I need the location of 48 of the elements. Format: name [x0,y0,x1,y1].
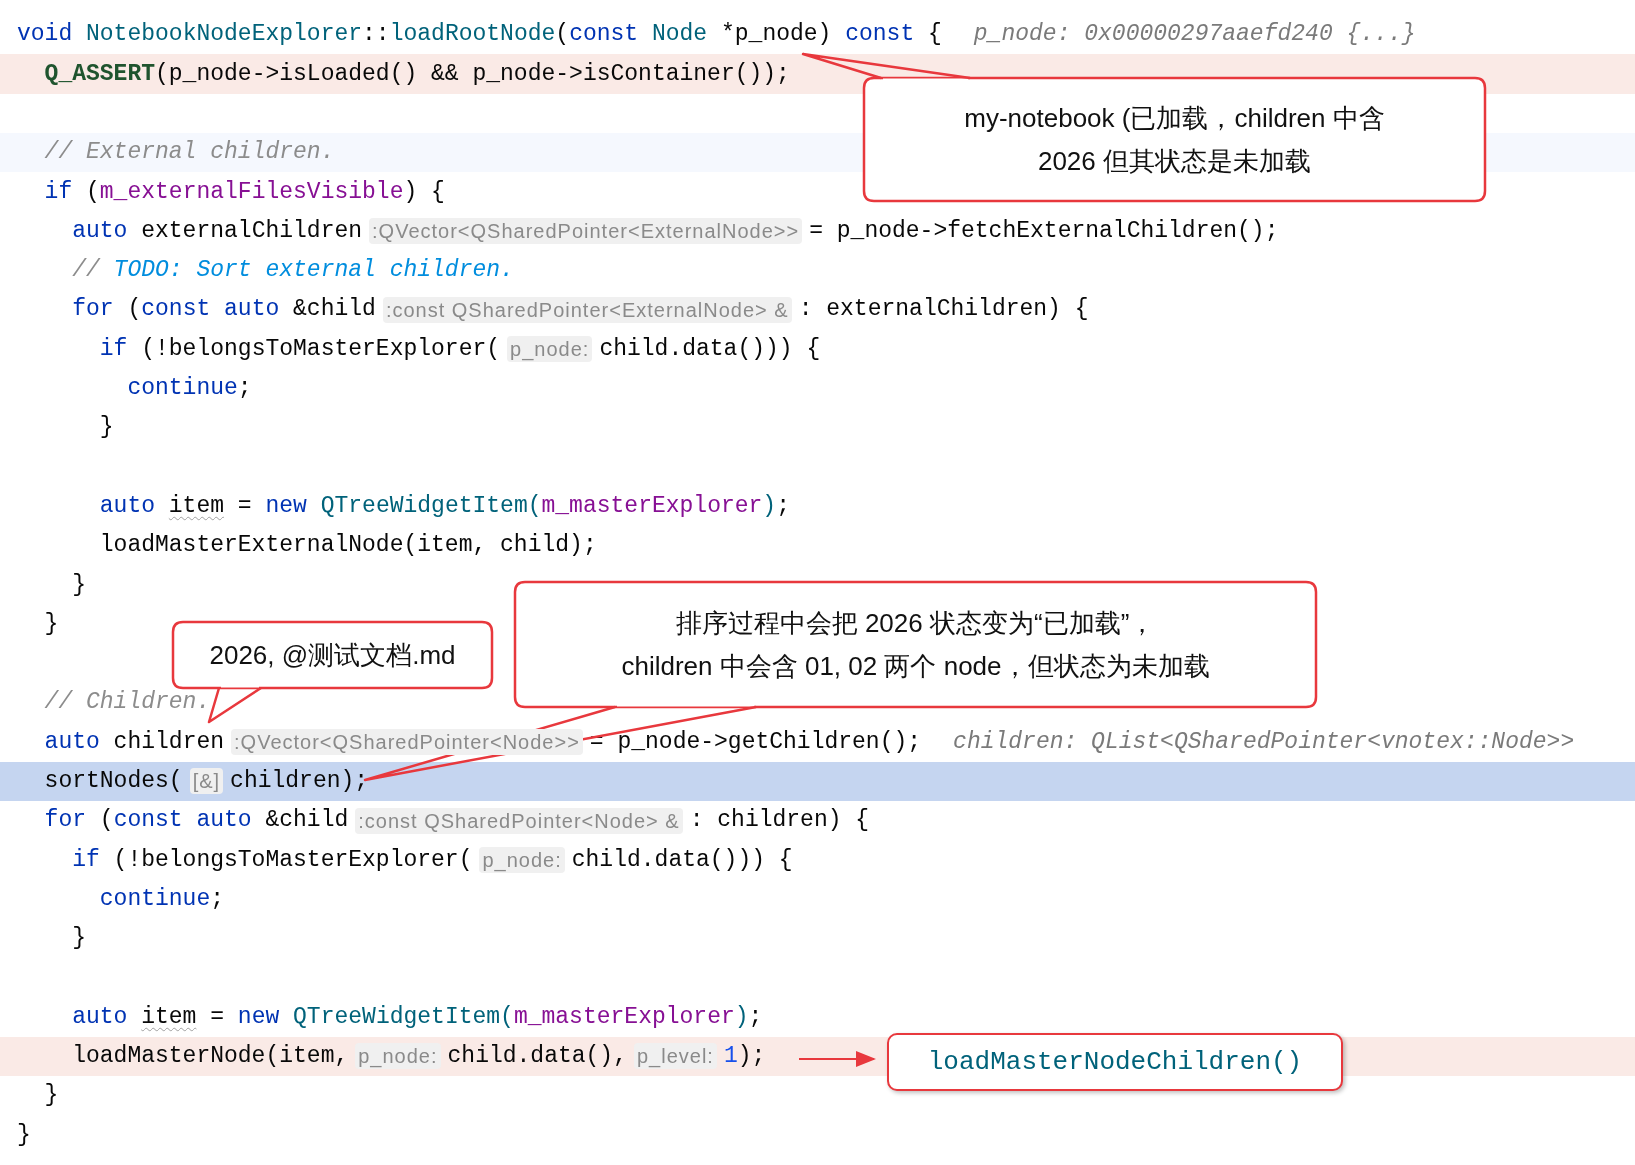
code-text: continue; [99,884,225,914]
inlay-hint: p_node: [479,846,565,873]
code-text: } [44,609,59,639]
code-text: Q_ASSERT(p_node->isLoaded() && p_node->isContainer()); [44,59,790,89]
inlay-hint: [&] [189,768,224,795]
code-text: continue; [127,374,252,404]
inlay-hint: :QVector<QSharedPointer<Node>> [231,729,583,755]
code-text: loadMasterNode(item, [72,1042,349,1072]
code-text: // Children. [44,688,211,718]
code-text: } [72,924,86,954]
code-text: auto item = new QTreeWidgetItem(m_masterExplorer); [99,491,790,521]
inlay-hint: :const QSharedPointer<ExternalNode> & [382,296,792,323]
inlay-hint: p_node: [507,336,593,362]
code-text: // TODO: Sort external children. [72,256,514,286]
code-text: child.data())) { [599,334,821,364]
callout-text: 2026, @测试文档.md [209,638,456,672]
code-text: child.data())) { [571,845,793,875]
code-text: auto children [44,727,225,757]
code-text: } [44,1081,59,1111]
inlay-hint: p_node: [355,1043,441,1070]
code-text: : children) { [689,806,870,836]
code-text: auto item = new QTreeWidgetItem(m_masterExplorer); [72,1002,763,1032]
callout-box: loadMasterNodeChildren() [887,1033,1343,1091]
code-text: children); [230,767,369,797]
code-text: // External children. [44,138,335,168]
code-text: loadMasterExternalNode(item, child); [99,531,597,561]
callout-text: 排序过程中会把 2026 状态变为“已加载”， children 中会含 01, 02 两个 node，但状态为未加载 [621,606,1210,683]
inlay-hint: p_level: [633,1043,717,1070]
debug-value: p_node: 0x00000297aaefd240 {...} [973,20,1416,50]
code-text: if (m_externalFilesVisible) { [44,177,445,207]
code-text: sortNodes( [44,767,183,797]
code-text: auto externalChildren [72,216,363,246]
code-text: if (!belongsToMasterExplorer( [99,334,501,364]
inlay-hint: :const QSharedPointer<Node> & [355,807,683,834]
code-text: } [72,570,86,600]
inlay-hint: :QVector<QSharedPointer<ExternalNode>> [369,218,803,245]
code-text: 1); [723,1042,766,1072]
code-text: } [17,1120,31,1150]
code-text: void NotebookNodeExplorer::loadRootNode(const Node *p_node) const { [17,20,942,50]
code-text: child.data(), [447,1042,627,1072]
code-text: for (const auto &child [44,806,349,836]
code-text: for (const auto &child [72,295,376,325]
code-text: = p_node->fetchExternalChildren(); [809,216,1279,246]
debug-value: children: QList<QSharedPointer<vnotex::Node>> [953,727,1575,757]
callout-text: my-notebook (已加载，children 中含 2026 但其状态是未加载 [964,101,1385,178]
code-text: } [99,413,114,443]
code-text: if (!belongsToMasterExplorer( [72,845,473,875]
code-text: : externalChildren) { [798,295,1089,325]
